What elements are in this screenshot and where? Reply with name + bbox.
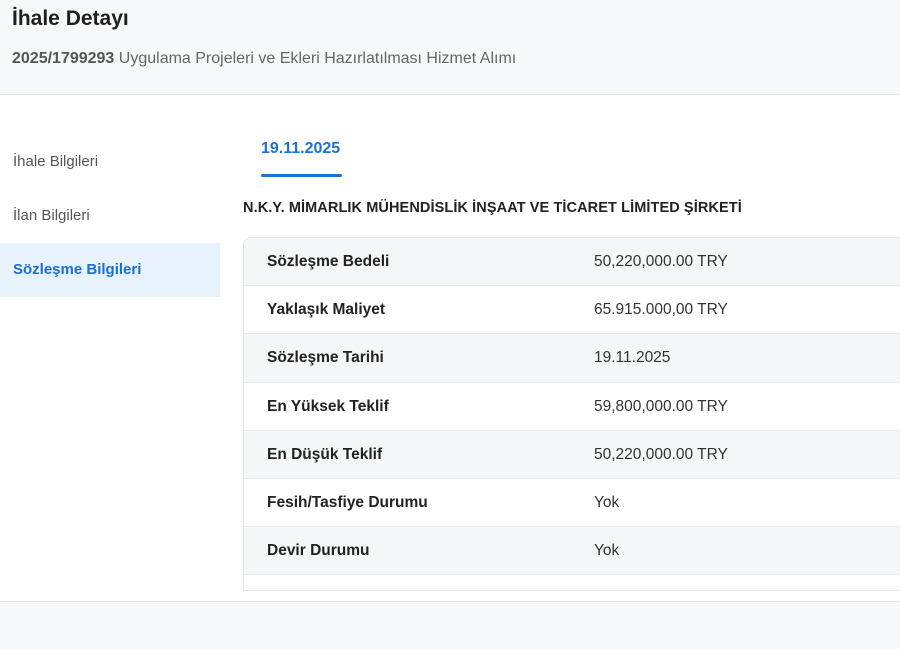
sidebar-item-ilan-bilgileri[interactable]: İlan Bilgileri (0, 189, 220, 243)
row-label: Sözleşme Bedeli (267, 253, 390, 270)
table-row: Sözleşme Bedeli 50,220,000.00 TRY (244, 238, 900, 287)
row-value: Yok (594, 542, 620, 560)
row-value: 59,800,000.00 TRY (594, 397, 728, 415)
row-label: En Düşük Teklif (267, 445, 383, 463)
row-value: 19.11.2025 (594, 349, 671, 367)
table-row: Devir Durumu Yok (244, 527, 900, 576)
page-header: İhale Detayı 2025/1799293 Uygulama Proje… (0, 0, 900, 95)
contract-details-table: Sözleşme Bedeli 50,220,000.00 TRY Yaklaş… (243, 237, 900, 591)
row-value: 65.915.000,00 TRY (594, 301, 728, 319)
tab-contract-date[interactable]: 19.11.2025 (261, 140, 340, 158)
table-row: Sözleşme Tarihi 19.11.2025 (244, 334, 900, 383)
table-row: En Düşük Teklif 50,220,000.00 TRY (244, 430, 900, 479)
row-label: Yaklaşık Maliyet (267, 301, 386, 319)
tender-description: Uygulama Projeleri ve Ekleri Hazırlatılm… (118, 50, 517, 67)
row-label: En Yüksek Teklif (267, 397, 389, 415)
row-value: Yok (594, 493, 620, 511)
active-tab-indicator (261, 174, 342, 177)
row-value: 50,220,000.00 TRY (594, 253, 728, 270)
row-label: Sözleşme Tarihi (267, 349, 384, 367)
table-row: Yaklaşık Maliyet 65.915.000,00 TRY (244, 286, 900, 335)
row-value: 50,220,000.00 TRY (594, 445, 728, 463)
company-name: N.K.Y. MİMARLIK MÜHENDİSLİK İNŞAAT VE Tİ… (243, 200, 742, 216)
row-label: Devir Durumu (267, 542, 370, 560)
table-row: En Yüksek Teklif 59,800,000.00 TRY (244, 383, 900, 431)
sidebar-item-sozlesme-bilgileri[interactable]: Sözleşme Bilgileri (0, 243, 220, 297)
page-title: İhale Detayı (12, 7, 129, 30)
tender-code: 2025/1799293 (12, 50, 115, 67)
table-row: Fesih/Tasfiye Durumu Yok (244, 479, 900, 528)
row-label: Fesih/Tasfiye Durumu (267, 493, 428, 511)
sidebar-item-ihale-bilgileri[interactable]: İhale Bilgileri (0, 135, 220, 189)
sidebar: İhale Bilgileri İlan Bilgileri Sözleşme … (0, 135, 220, 297)
tender-subtitle: 2025/1799293 Uygulama Projeleri ve Ekler… (12, 50, 516, 68)
main-content: İhale Bilgileri İlan Bilgileri Sözleşme … (0, 95, 900, 602)
